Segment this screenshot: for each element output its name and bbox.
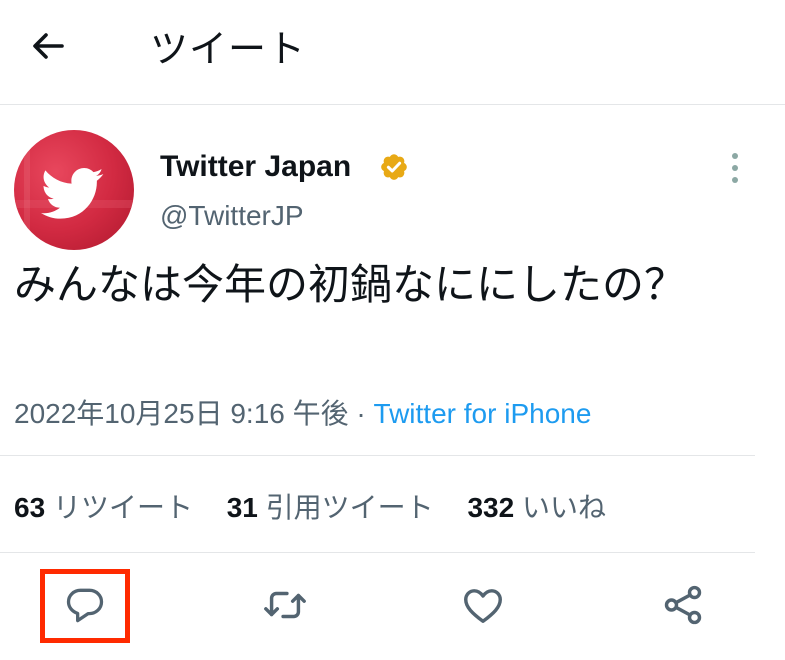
retweet-icon: [264, 591, 306, 619]
reply-highlight-box: [40, 569, 130, 643]
share-icon: [664, 585, 702, 625]
heart-icon: [464, 589, 502, 624]
quote-count-label: 引用ツイート: [265, 492, 434, 523]
like-count[interactable]: 332 いいね: [467, 492, 606, 523]
divider: [0, 552, 755, 553]
meta-separator: ·: [356, 398, 366, 429]
share-button[interactable]: [656, 578, 710, 632]
retweet-count[interactable]: 63 リツイート: [14, 492, 193, 523]
quote-count[interactable]: 31 引用ツイート: [227, 492, 434, 523]
page-title: ツイート: [150, 29, 307, 71]
like-count-value: 332: [467, 492, 515, 523]
retweet-count-value: 63: [14, 492, 46, 523]
tweet-stats: 63 リツイート 31 引用ツイート 332 いいね: [14, 486, 632, 526]
tweet-metadata: 2022年10月25日 9:16 午後 · Twitter for iPhone: [14, 392, 591, 432]
like-button[interactable]: [456, 578, 510, 632]
tweet-source-link[interactable]: Twitter for iPhone: [374, 398, 592, 429]
tweet-timestamp[interactable]: 2022年10月25日 9:16 午後: [14, 398, 349, 429]
user-handle[interactable]: @TwitterJP: [160, 200, 304, 232]
retweet-count-label: リツイート: [52, 492, 193, 523]
more-vertical-icon: [732, 153, 738, 183]
more-options-button[interactable]: [720, 148, 750, 188]
back-button[interactable]: [22, 20, 74, 72]
avatar[interactable]: [14, 130, 134, 250]
verified-badge-icon: [381, 154, 407, 180]
like-count-label: いいね: [521, 492, 606, 523]
divider: [0, 455, 755, 456]
header-bar: ツイート: [0, 0, 785, 105]
tweet-text: みんなは今年の初鍋なににしたの？: [14, 261, 687, 308]
retweet-button[interactable]: [258, 578, 312, 632]
display-name[interactable]: Twitter Japan: [160, 150, 351, 184]
arrow-left-icon: [33, 33, 64, 59]
quote-count-value: 31: [226, 492, 258, 523]
